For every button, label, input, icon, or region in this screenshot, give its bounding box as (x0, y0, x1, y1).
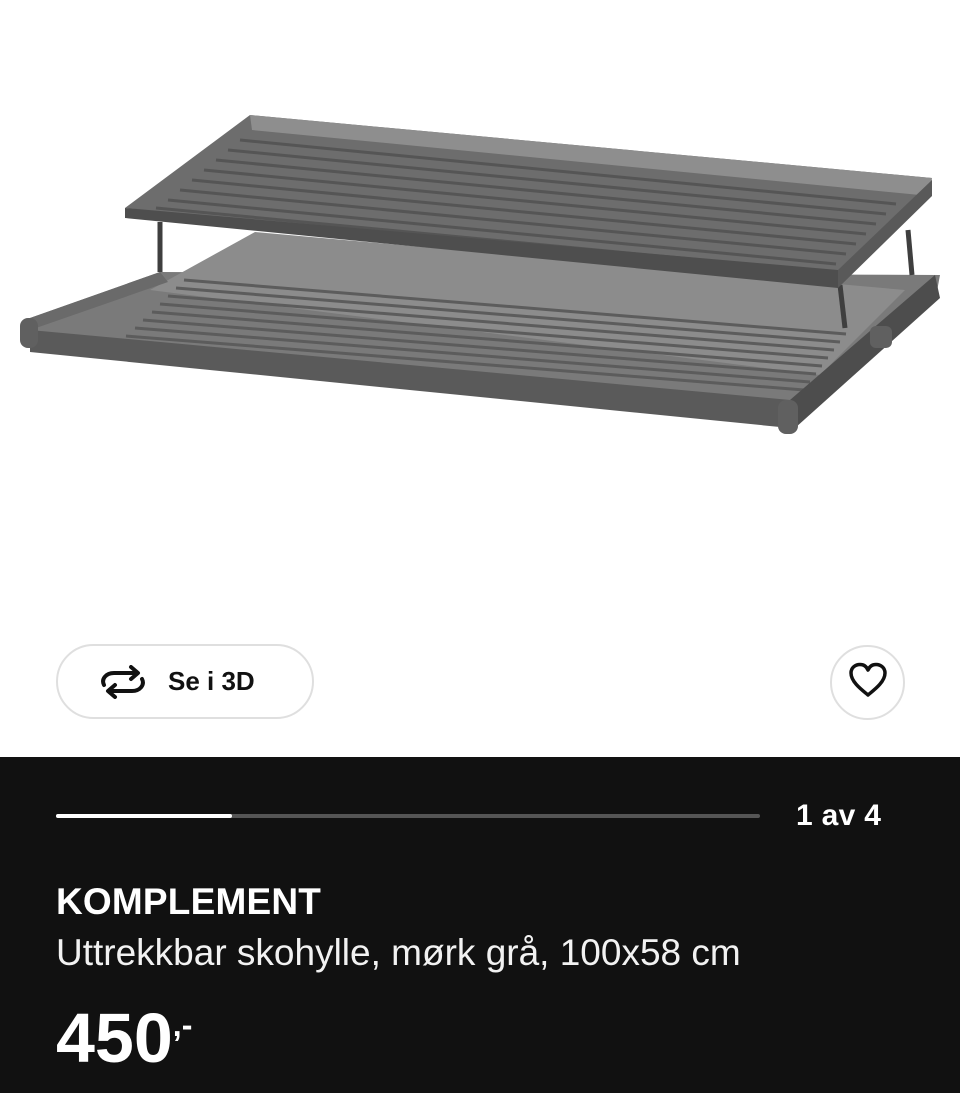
heart-outline-icon (848, 662, 888, 703)
favorite-button[interactable] (830, 645, 905, 720)
product-price: 450 ,- (56, 1003, 192, 1073)
gallery-page-count: 1 av 4 (796, 799, 882, 832)
product-info-panel: 1 av 4 KOMPLEMENT Uttrekkbar skohylle, m… (0, 757, 960, 1093)
product-name: KOMPLEMENT (56, 881, 322, 922)
price-integer: 450 (56, 999, 173, 1077)
gallery-progress-bar (56, 814, 760, 818)
rotate-3d-icon (98, 664, 148, 699)
product-gallery[interactable]: Se i 3D (0, 0, 960, 757)
view-in-3d-label: Se i 3D (168, 666, 255, 696)
view-in-3d-button[interactable]: Se i 3D (56, 644, 314, 719)
product-description: Uttrekkbar skohylle, mørk grå, 100x58 cm (56, 932, 741, 973)
product-image (20, 115, 940, 434)
product-page: Se i 3D 1 av 4 KOMPLEMENT Uttrekkbar sko… (0, 0, 960, 1093)
gallery-progress-fill (56, 814, 232, 818)
price-decimals: ,- (172, 1007, 193, 1043)
